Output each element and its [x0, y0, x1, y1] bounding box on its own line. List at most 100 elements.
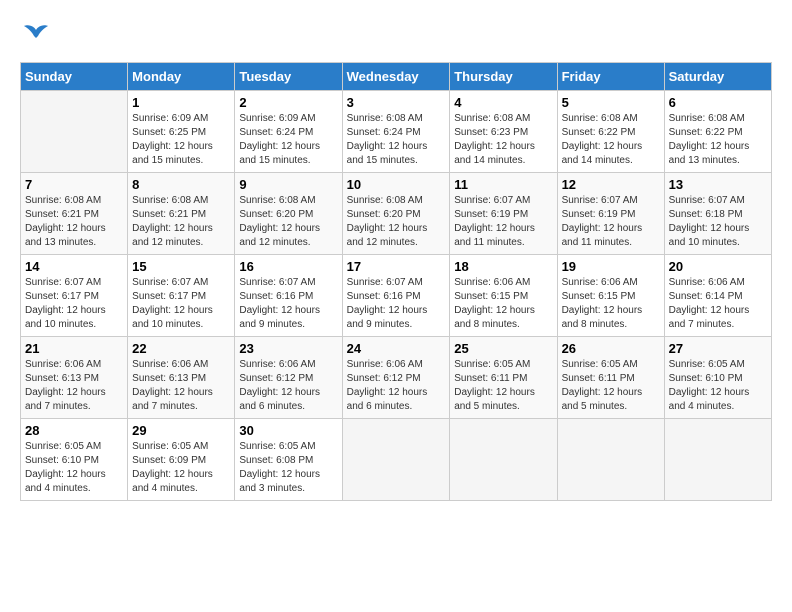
- logo: [20, 20, 56, 52]
- calendar-cell: 10 Sunrise: 6:08 AM Sunset: 6:20 PM Dayli…: [342, 173, 450, 255]
- calendar-table: SundayMondayTuesdayWednesdayThursdayFrid…: [20, 62, 772, 501]
- header-day-saturday: Saturday: [664, 63, 771, 91]
- day-number: 7: [25, 177, 123, 192]
- day-number: 19: [562, 259, 660, 274]
- day-info: Sunrise: 6:06 AM Sunset: 6:15 PM Dayligh…: [562, 276, 660, 332]
- day-info: Sunrise: 6:08 AM Sunset: 6:24 PM Dayligh…: [347, 112, 446, 168]
- calendar-cell: 13 Sunrise: 6:07 AM Sunset: 6:18 PM Dayli…: [664, 173, 771, 255]
- calendar-cell: 25 Sunrise: 6:05 AM Sunset: 6:11 PM Dayli…: [450, 337, 557, 419]
- day-info: Sunrise: 6:08 AM Sunset: 6:20 PM Dayligh…: [347, 194, 446, 250]
- calendar-cell: 4 Sunrise: 6:08 AM Sunset: 6:23 PM Daylig…: [450, 91, 557, 173]
- day-number: 17: [347, 259, 446, 274]
- day-info: Sunrise: 6:06 AM Sunset: 6:15 PM Dayligh…: [454, 276, 552, 332]
- day-number: 14: [25, 259, 123, 274]
- day-number: 9: [239, 177, 337, 192]
- day-number: 10: [347, 177, 446, 192]
- day-info: Sunrise: 6:07 AM Sunset: 6:16 PM Dayligh…: [239, 276, 337, 332]
- header-row: SundayMondayTuesdayWednesdayThursdayFrid…: [21, 63, 772, 91]
- calendar-cell: 15Sunrise: 6:07 AM Sunset: 6:17 PM Dayli…: [128, 255, 235, 337]
- day-info: Sunrise: 6:05 AM Sunset: 6:10 PM Dayligh…: [25, 440, 123, 496]
- calendar-cell: 14Sunrise: 6:07 AM Sunset: 6:17 PM Dayli…: [21, 255, 128, 337]
- day-number: 24: [347, 341, 446, 356]
- day-info: Sunrise: 6:08 AM Sunset: 6:22 PM Dayligh…: [562, 112, 660, 168]
- calendar-cell: 30Sunrise: 6:05 AM Sunset: 6:08 PM Dayli…: [235, 419, 342, 501]
- calendar-cell: 16Sunrise: 6:07 AM Sunset: 6:16 PM Dayli…: [235, 255, 342, 337]
- calendar-cell: 23 Sunrise: 6:06 AM Sunset: 6:12 PM Dayli…: [235, 337, 342, 419]
- day-info: Sunrise: 6:06 AM Sunset: 6:14 PM Dayligh…: [669, 276, 767, 332]
- day-info: Sunrise: 6:07 AM Sunset: 6:19 PM Dayligh…: [562, 194, 660, 250]
- header-day-tuesday: Tuesday: [235, 63, 342, 91]
- calendar-cell: 20 Sunrise: 6:06 AM Sunset: 6:14 PM Dayli…: [664, 255, 771, 337]
- logo-icon: [20, 20, 52, 52]
- day-number: 3: [347, 95, 446, 110]
- day-number: 13: [669, 177, 767, 192]
- calendar-cell: 11 Sunrise: 6:07 AM Sunset: 6:19 PM Dayli…: [450, 173, 557, 255]
- day-info: Sunrise: 6:08 AM Sunset: 6:21 PM Dayligh…: [25, 194, 123, 250]
- calendar-cell: 26 Sunrise: 6:05 AM Sunset: 6:11 PM Dayli…: [557, 337, 664, 419]
- day-info: Sunrise: 6:06 AM Sunset: 6:13 PM Dayligh…: [132, 358, 230, 414]
- calendar-cell: 9 Sunrise: 6:08 AM Sunset: 6:20 PM Daylig…: [235, 173, 342, 255]
- day-info: Sunrise: 6:06 AM Sunset: 6:12 PM Dayligh…: [347, 358, 446, 414]
- day-info: Sunrise: 6:09 AM Sunset: 6:25 PM Dayligh…: [132, 112, 230, 168]
- day-number: 29: [132, 423, 230, 438]
- day-number: 26: [562, 341, 660, 356]
- day-info: Sunrise: 6:09 AM Sunset: 6:24 PM Dayligh…: [239, 112, 337, 168]
- calendar-cell: 28 Sunrise: 6:05 AM Sunset: 6:10 PM Dayli…: [21, 419, 128, 501]
- calendar-cell: 6 Sunrise: 6:08 AM Sunset: 6:22 PM Daylig…: [664, 91, 771, 173]
- day-info: Sunrise: 6:05 AM Sunset: 6:11 PM Dayligh…: [454, 358, 552, 414]
- calendar-cell: 29 Sunrise: 6:05 AM Sunset: 6:09 PM Dayli…: [128, 419, 235, 501]
- day-info: Sunrise: 6:07 AM Sunset: 6:19 PM Dayligh…: [454, 194, 552, 250]
- day-number: 6: [669, 95, 767, 110]
- week-row-1: 1 Sunrise: 6:09 AM Sunset: 6:25 PM Daylig…: [21, 91, 772, 173]
- day-number: 28: [25, 423, 123, 438]
- calendar-cell: 3 Sunrise: 6:08 AM Sunset: 6:24 PM Daylig…: [342, 91, 450, 173]
- day-info: Sunrise: 6:05 AM Sunset: 6:10 PM Dayligh…: [669, 358, 767, 414]
- day-info: Sunrise: 6:05 AM Sunset: 6:08 PM Dayligh…: [239, 440, 337, 496]
- calendar-body: 1 Sunrise: 6:09 AM Sunset: 6:25 PM Daylig…: [21, 91, 772, 501]
- day-info: Sunrise: 6:08 AM Sunset: 6:23 PM Dayligh…: [454, 112, 552, 168]
- calendar-cell: 21 Sunrise: 6:06 AM Sunset: 6:13 PM Dayli…: [21, 337, 128, 419]
- calendar-cell: 22 Sunrise: 6:06 AM Sunset: 6:13 PM Dayli…: [128, 337, 235, 419]
- day-info: Sunrise: 6:08 AM Sunset: 6:21 PM Dayligh…: [132, 194, 230, 250]
- day-number: 1: [132, 95, 230, 110]
- day-info: Sunrise: 6:07 AM Sunset: 6:17 PM Dayligh…: [132, 276, 230, 332]
- calendar-cell: 19 Sunrise: 6:06 AM Sunset: 6:15 PM Dayli…: [557, 255, 664, 337]
- day-info: Sunrise: 6:05 AM Sunset: 6:09 PM Dayligh…: [132, 440, 230, 496]
- day-number: 22: [132, 341, 230, 356]
- day-info: Sunrise: 6:08 AM Sunset: 6:22 PM Dayligh…: [669, 112, 767, 168]
- day-number: 4: [454, 95, 552, 110]
- day-number: 5: [562, 95, 660, 110]
- calendar-cell: 1 Sunrise: 6:09 AM Sunset: 6:25 PM Daylig…: [128, 91, 235, 173]
- header-day-friday: Friday: [557, 63, 664, 91]
- day-info: Sunrise: 6:06 AM Sunset: 6:13 PM Dayligh…: [25, 358, 123, 414]
- header-day-wednesday: Wednesday: [342, 63, 450, 91]
- day-number: 2: [239, 95, 337, 110]
- day-info: Sunrise: 6:06 AM Sunset: 6:12 PM Dayligh…: [239, 358, 337, 414]
- header-day-thursday: Thursday: [450, 63, 557, 91]
- day-number: 18: [454, 259, 552, 274]
- day-number: 27: [669, 341, 767, 356]
- calendar-cell: 17 Sunrise: 6:07 AM Sunset: 6:16 PM Dayli…: [342, 255, 450, 337]
- day-number: 11: [454, 177, 552, 192]
- week-row-4: 21 Sunrise: 6:06 AM Sunset: 6:13 PM Dayli…: [21, 337, 772, 419]
- day-info: Sunrise: 6:07 AM Sunset: 6:16 PM Dayligh…: [347, 276, 446, 332]
- day-info: Sunrise: 6:05 AM Sunset: 6:11 PM Dayligh…: [562, 358, 660, 414]
- day-info: Sunrise: 6:08 AM Sunset: 6:20 PM Dayligh…: [239, 194, 337, 250]
- week-row-5: 28 Sunrise: 6:05 AM Sunset: 6:10 PM Dayli…: [21, 419, 772, 501]
- day-number: 21: [25, 341, 123, 356]
- calendar-cell: 2 Sunrise: 6:09 AM Sunset: 6:24 PM Daylig…: [235, 91, 342, 173]
- day-number: 12: [562, 177, 660, 192]
- calendar-cell: 7 Sunrise: 6:08 AM Sunset: 6:21 PM Daylig…: [21, 173, 128, 255]
- day-number: 23: [239, 341, 337, 356]
- calendar-cell: [557, 419, 664, 501]
- calendar-cell: 5 Sunrise: 6:08 AM Sunset: 6:22 PM Daylig…: [557, 91, 664, 173]
- calendar-cell: 24 Sunrise: 6:06 AM Sunset: 6:12 PM Dayli…: [342, 337, 450, 419]
- day-number: 8: [132, 177, 230, 192]
- week-row-3: 14 Sunrise: 6:07 AM Sunset: 6:17 PM Dayli…: [21, 255, 772, 337]
- day-number: 20: [669, 259, 767, 274]
- day-info: Sunrise: 6:07 AM Sunset: 6:18 PM Dayligh…: [669, 194, 767, 250]
- week-row-2: 7 Sunrise: 6:08 AM Sunset: 6:21 PM Daylig…: [21, 173, 772, 255]
- calendar-cell: [21, 91, 128, 173]
- header-day-sunday: Sunday: [21, 63, 128, 91]
- day-number: 25: [454, 341, 552, 356]
